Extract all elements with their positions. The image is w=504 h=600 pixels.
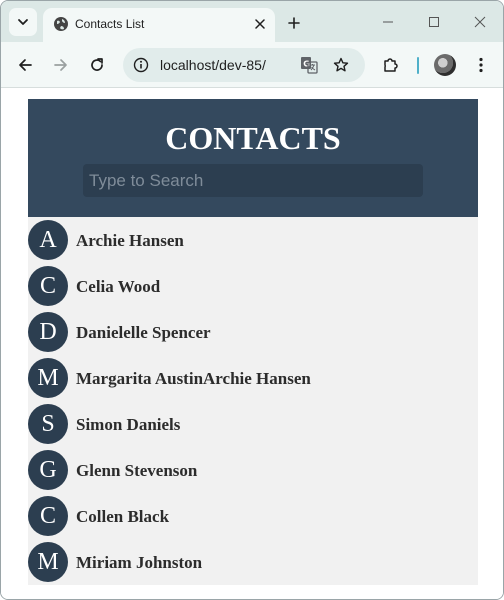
maximize-button[interactable] — [423, 12, 445, 32]
tab-search-button[interactable] — [9, 8, 37, 36]
arrow-left-icon — [19, 59, 32, 71]
contact-initial-avatar: A — [28, 220, 68, 260]
contact-item[interactable]: S Simon Daniels — [28, 401, 478, 447]
contact-initial-avatar: S — [28, 404, 68, 444]
puzzle-icon — [384, 58, 398, 72]
contact-item[interactable]: C Collen Black — [28, 493, 478, 539]
close-icon — [255, 19, 265, 29]
plus-icon — [288, 17, 300, 29]
contact-item[interactable]: M Margarita AustinArchie Hansen — [28, 355, 478, 401]
toolbar-divider — [417, 57, 419, 74]
bookmark-button[interactable] — [331, 55, 351, 75]
globe-icon — [54, 17, 68, 31]
forward-button[interactable] — [49, 53, 73, 77]
maximize-icon — [429, 17, 439, 27]
contact-initial-avatar: D — [28, 312, 68, 352]
contact-name: Simon Daniels — [76, 415, 181, 434]
browser-toolbar: localhost/dev-85/ G — [1, 42, 503, 88]
tab-title: Contacts List — [75, 17, 145, 31]
page-title: CONTACTS — [165, 120, 341, 156]
new-tab-button[interactable] — [283, 12, 305, 34]
contact-name: Margarita AustinArchie Hansen — [76, 369, 311, 388]
contact-item[interactable]: D Danielelle Spencer — [28, 309, 478, 355]
contact-name: Celia Wood — [76, 277, 161, 296]
extensions-button[interactable] — [379, 53, 403, 77]
back-button[interactable] — [13, 53, 37, 77]
minimize-button[interactable] — [377, 12, 399, 32]
translate-icon: G — [301, 57, 318, 74]
close-window-button[interactable] — [469, 12, 491, 32]
search-input[interactable] — [83, 164, 423, 197]
contact-name: Collen Black — [76, 507, 170, 526]
reload-button[interactable] — [85, 53, 109, 77]
contacts-header: CONTACTS — [28, 99, 478, 217]
tab-strip: Contacts List — [1, 1, 503, 42]
arrow-right-icon — [54, 59, 67, 71]
contact-initial-avatar: M — [28, 358, 68, 398]
page-content: CONTACTS A Archie Hansen C Celia Wood D Danie… — [1, 89, 503, 599]
contact-name: Miriam Johnston — [76, 553, 203, 572]
contact-name: Danielelle Spencer — [76, 323, 211, 342]
contact-item[interactable]: C Celia Wood — [28, 263, 478, 309]
url-text[interactable]: localhost/dev-85/ — [160, 57, 266, 73]
translate-button[interactable]: G — [299, 55, 319, 75]
contact-item[interactable]: G Glenn Stevenson — [28, 447, 478, 493]
contacts-app: CONTACTS A Archie Hansen C Celia Wood D Danie… — [28, 99, 478, 585]
profile-avatar[interactable] — [434, 54, 456, 76]
menu-button[interactable] — [469, 53, 493, 77]
browser-window: Contacts List localhost/dev-85/ G CONTAC… — [0, 0, 504, 600]
address-bar[interactable]: localhost/dev-85/ G — [123, 48, 365, 82]
contact-name: Glenn Stevenson — [76, 461, 198, 480]
contact-initial-avatar: C — [28, 496, 68, 536]
reload-icon — [91, 58, 103, 71]
svg-text:G: G — [303, 60, 310, 69]
star-icon — [333, 57, 349, 72]
active-tab[interactable]: Contacts List — [43, 8, 275, 42]
contact-item[interactable]: A Archie Hansen — [28, 217, 478, 263]
contact-initial-avatar: G — [28, 450, 68, 490]
site-info-button[interactable] — [131, 55, 151, 75]
close-icon — [474, 16, 486, 28]
more-vertical-icon — [479, 57, 483, 73]
contact-initial-avatar: M — [28, 542, 68, 582]
contact-item[interactable]: M Miriam Johnston — [28, 539, 478, 585]
chevron-down-icon — [18, 19, 28, 25]
contact-list: A Archie Hansen C Celia Wood D Danielelle Spe… — [28, 217, 478, 585]
close-tab-button[interactable] — [251, 15, 269, 33]
contact-name: Archie Hansen — [76, 231, 184, 250]
minimize-icon — [383, 21, 393, 23]
contact-initial-avatar: C — [28, 266, 68, 306]
info-icon — [133, 57, 149, 73]
